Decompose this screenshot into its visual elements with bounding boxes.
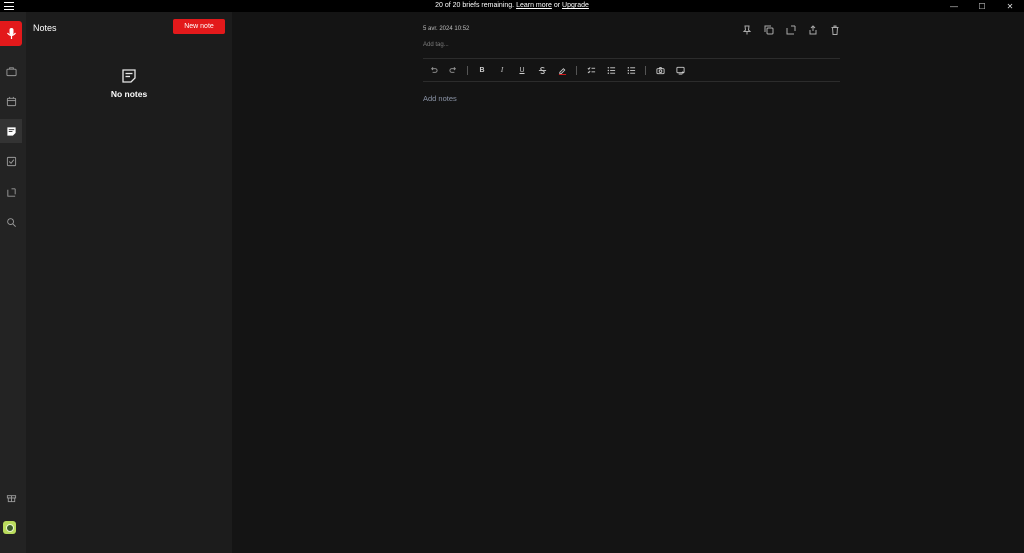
format-toolbar: B I U: [423, 62, 690, 78]
italic-button[interactable]: I: [492, 62, 512, 78]
briefs-banner: 20 of 20 briefs remaining. Learn more or…: [0, 0, 1024, 12]
toolbar-separator: [645, 65, 646, 75]
nav-rail: [0, 12, 26, 553]
empty-notes-state: No notes: [26, 68, 232, 99]
note-date: 5 avr. 2024 10:52: [423, 26, 470, 32]
underline-button[interactable]: U: [512, 62, 532, 78]
redo-icon[interactable]: [443, 62, 463, 78]
window-controls: — ☐ ✕: [940, 0, 1024, 12]
pin-icon[interactable]: [740, 23, 754, 37]
title-bar: 20 of 20 briefs remaining. Learn more or…: [0, 0, 1024, 12]
undo-icon[interactable]: [423, 62, 443, 78]
checklist-icon[interactable]: [581, 62, 601, 78]
briefs-remaining-text: 20 of 20 briefs remaining.: [435, 2, 515, 9]
hamburger-menu-icon[interactable]: [4, 1, 14, 11]
toolbar-separator: [576, 65, 577, 75]
export-icon[interactable]: [806, 23, 820, 37]
app-window: 20 of 20 briefs remaining. Learn more or…: [0, 0, 1024, 553]
bold-button[interactable]: B: [472, 62, 492, 78]
camera-icon[interactable]: [650, 62, 670, 78]
rail-notes-icon[interactable]: [0, 119, 22, 143]
banner-or-text: or: [553, 2, 561, 9]
bullet-list-icon[interactable]: [601, 62, 621, 78]
divider-top: [423, 58, 840, 59]
trash-icon[interactable]: [828, 23, 842, 37]
copy-icon[interactable]: [762, 23, 776, 37]
empty-notes-icon: [121, 68, 137, 84]
numbered-list-icon[interactable]: [621, 62, 641, 78]
notes-panel-title: Notes: [33, 23, 57, 33]
minimize-button[interactable]: —: [940, 0, 968, 12]
note-body-input[interactable]: [423, 88, 840, 108]
new-note-button[interactable]: New note: [173, 19, 225, 34]
rail-gift-icon[interactable]: [0, 485, 22, 509]
maximize-button[interactable]: ☐: [968, 0, 996, 12]
note-editor: 5 avr. 2024 10:52 Add tag... B I U Add n…: [232, 12, 1024, 553]
highlight-icon[interactable]: [552, 62, 572, 78]
note-actions: [740, 23, 842, 37]
rail-search-icon[interactable]: [0, 210, 22, 234]
learn-more-link[interactable]: Learn more: [516, 2, 552, 9]
add-tag-field[interactable]: Add tag...: [423, 42, 449, 48]
user-avatar[interactable]: [3, 521, 16, 534]
screen-capture-icon[interactable]: [670, 62, 690, 78]
upgrade-link[interactable]: Upgrade: [562, 2, 589, 9]
app-logo-microphone-icon[interactable]: [0, 21, 22, 46]
strikethrough-icon[interactable]: [532, 62, 552, 78]
rail-tasks-icon[interactable]: [0, 149, 22, 173]
notes-panel: Notes New note No notes: [26, 12, 232, 553]
close-window-button[interactable]: ✕: [996, 0, 1024, 12]
rail-calendar-icon[interactable]: [0, 89, 22, 113]
no-notes-text: No notes: [110, 89, 148, 99]
divider-toolbar: [423, 81, 840, 82]
rail-briefcase-icon[interactable]: [0, 59, 22, 83]
toolbar-separator: [467, 65, 468, 75]
share-icon[interactable]: [784, 23, 798, 37]
rail-share-icon[interactable]: [0, 180, 22, 204]
